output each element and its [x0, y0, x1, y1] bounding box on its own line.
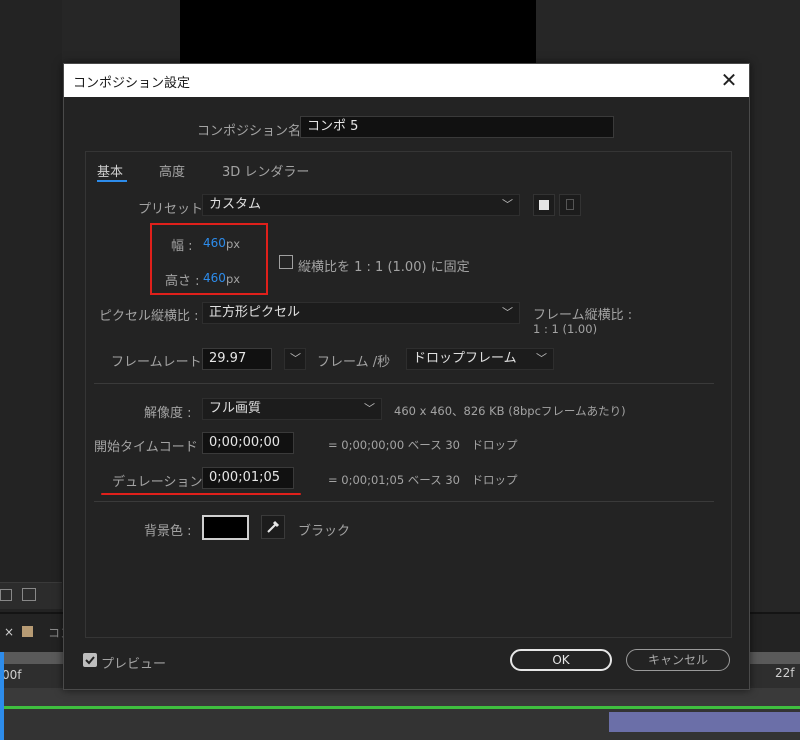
close-icon[interactable]: ✕	[714, 67, 744, 94]
dialog-titlebar: コンポジション設定 ✕	[64, 64, 749, 97]
frame-rate-input[interactable]: 29.97	[202, 348, 272, 370]
preset-select[interactable]: カスタム ﹀	[202, 194, 520, 216]
ok-button[interactable]: OK	[510, 649, 612, 671]
divider	[94, 501, 714, 502]
tab-advanced[interactable]: 高度	[159, 161, 185, 180]
eyedropper-icon	[267, 520, 280, 533]
pixel-aspect-value: 正方形ピクセル	[209, 305, 301, 320]
ok-button-label: OK	[552, 653, 570, 667]
frame-rate-unit: フレーム /秒	[317, 355, 391, 370]
pixel-aspect-select[interactable]: 正方形ピクセル ﹀	[202, 302, 520, 324]
width-label: 幅 :	[171, 239, 193, 254]
tab-close-icon[interactable]: ×	[4, 625, 14, 639]
chevron-down-icon: ﹀	[364, 402, 375, 415]
start-timecode-label: 開始タイムコード :	[94, 440, 207, 455]
frame-rate-label: フレームレート :	[111, 355, 211, 370]
composition-settings-dialog: コンポジション設定 ✕ コンポジション名 : コンポ 5 基本 高度 3D レン…	[63, 63, 750, 690]
tab-basic[interactable]: 基本	[97, 161, 123, 180]
save-preset-icon	[539, 200, 549, 210]
bg-color-label: 背景色 :	[144, 524, 192, 539]
timeline-end-label: 22f	[775, 666, 795, 680]
duration-input[interactable]: 0;00;01;05	[202, 467, 294, 489]
resolution-value: フル画質	[209, 401, 262, 416]
start-timecode-input[interactable]: 0;00;00;00	[202, 432, 294, 454]
resolution-label: 解像度 :	[144, 406, 192, 421]
cancel-button[interactable]: キャンセル	[626, 649, 730, 671]
checkmark-icon	[85, 656, 95, 665]
save-preset-button[interactable]	[533, 194, 555, 216]
height-label: 高さ :	[165, 274, 200, 289]
frame-aspect-label: フレーム縦横比 :	[533, 308, 633, 323]
comp-name-input[interactable]: コンポ 5	[300, 116, 614, 138]
cancel-button-label: キャンセル	[647, 653, 708, 667]
drop-frame-value: ドロップフレーム	[413, 351, 517, 366]
chevron-down-icon: ﹀	[536, 352, 547, 365]
duration-label: デュレーション :	[112, 475, 211, 490]
bg-color-name: ブラック	[298, 524, 351, 539]
preview-checkbox[interactable]	[83, 653, 97, 667]
composition-preview	[180, 0, 536, 64]
frame-aspect-value: 1 : 1 (1.00)	[533, 322, 598, 336]
preset-label: プリセット :	[138, 202, 212, 217]
tab-3d-renderer[interactable]: 3D レンダラー	[222, 161, 309, 180]
viewer-toolbar	[0, 582, 62, 609]
preview-label[interactable]: プレビュー	[101, 653, 166, 672]
layout-icon[interactable]	[22, 588, 36, 601]
delete-preset-button[interactable]	[559, 194, 581, 216]
frame-rate-dropdown[interactable]: ﹀	[284, 348, 306, 370]
dialog-title: コンポジション設定	[73, 76, 191, 91]
lock-aspect-label[interactable]: 縦横比を 1 : 1 (1.00) に固定	[298, 256, 470, 275]
trash-icon	[566, 199, 574, 210]
timeline-track	[0, 688, 800, 708]
divider	[94, 383, 714, 384]
eyedropper-button[interactable]	[261, 515, 285, 539]
pixel-aspect-label: ピクセル縦横比 :	[99, 309, 199, 324]
width-unit: px	[226, 237, 241, 251]
resolution-info: 460 x 460、826 KB (8bpcフレームあたり)	[394, 404, 626, 418]
monitor-icon[interactable]	[0, 589, 12, 601]
drop-frame-select[interactable]: ドロップフレーム ﹀	[406, 348, 554, 370]
timeline-start-label: 00f	[2, 668, 22, 682]
bg-color-swatch[interactable]	[202, 515, 249, 540]
layer-bar[interactable]	[609, 712, 800, 732]
playhead[interactable]	[0, 652, 4, 740]
annotation-underline-duration	[101, 493, 301, 495]
comp-name-label: コンポジション名 :	[197, 124, 310, 139]
resolution-select[interactable]: フル画質 ﹀	[202, 398, 382, 420]
height-unit: px	[226, 272, 241, 286]
tab-basic-underline	[97, 180, 127, 182]
duration-info: = 0;00;01;05 ベース 30 ドロップ	[328, 473, 518, 487]
chevron-down-icon: ﹀	[502, 306, 513, 319]
preset-value: カスタム	[209, 197, 262, 212]
chevron-down-icon: ﹀	[290, 352, 301, 365]
chevron-down-icon: ﹀	[502, 198, 513, 211]
lock-aspect-checkbox[interactable]	[279, 255, 293, 269]
comp-tab-icon	[22, 626, 33, 637]
height-value[interactable]: 460	[203, 271, 226, 285]
width-value[interactable]: 460	[203, 236, 226, 250]
start-timecode-info: = 0;00;00;00 ベース 30 ドロップ	[328, 438, 518, 452]
